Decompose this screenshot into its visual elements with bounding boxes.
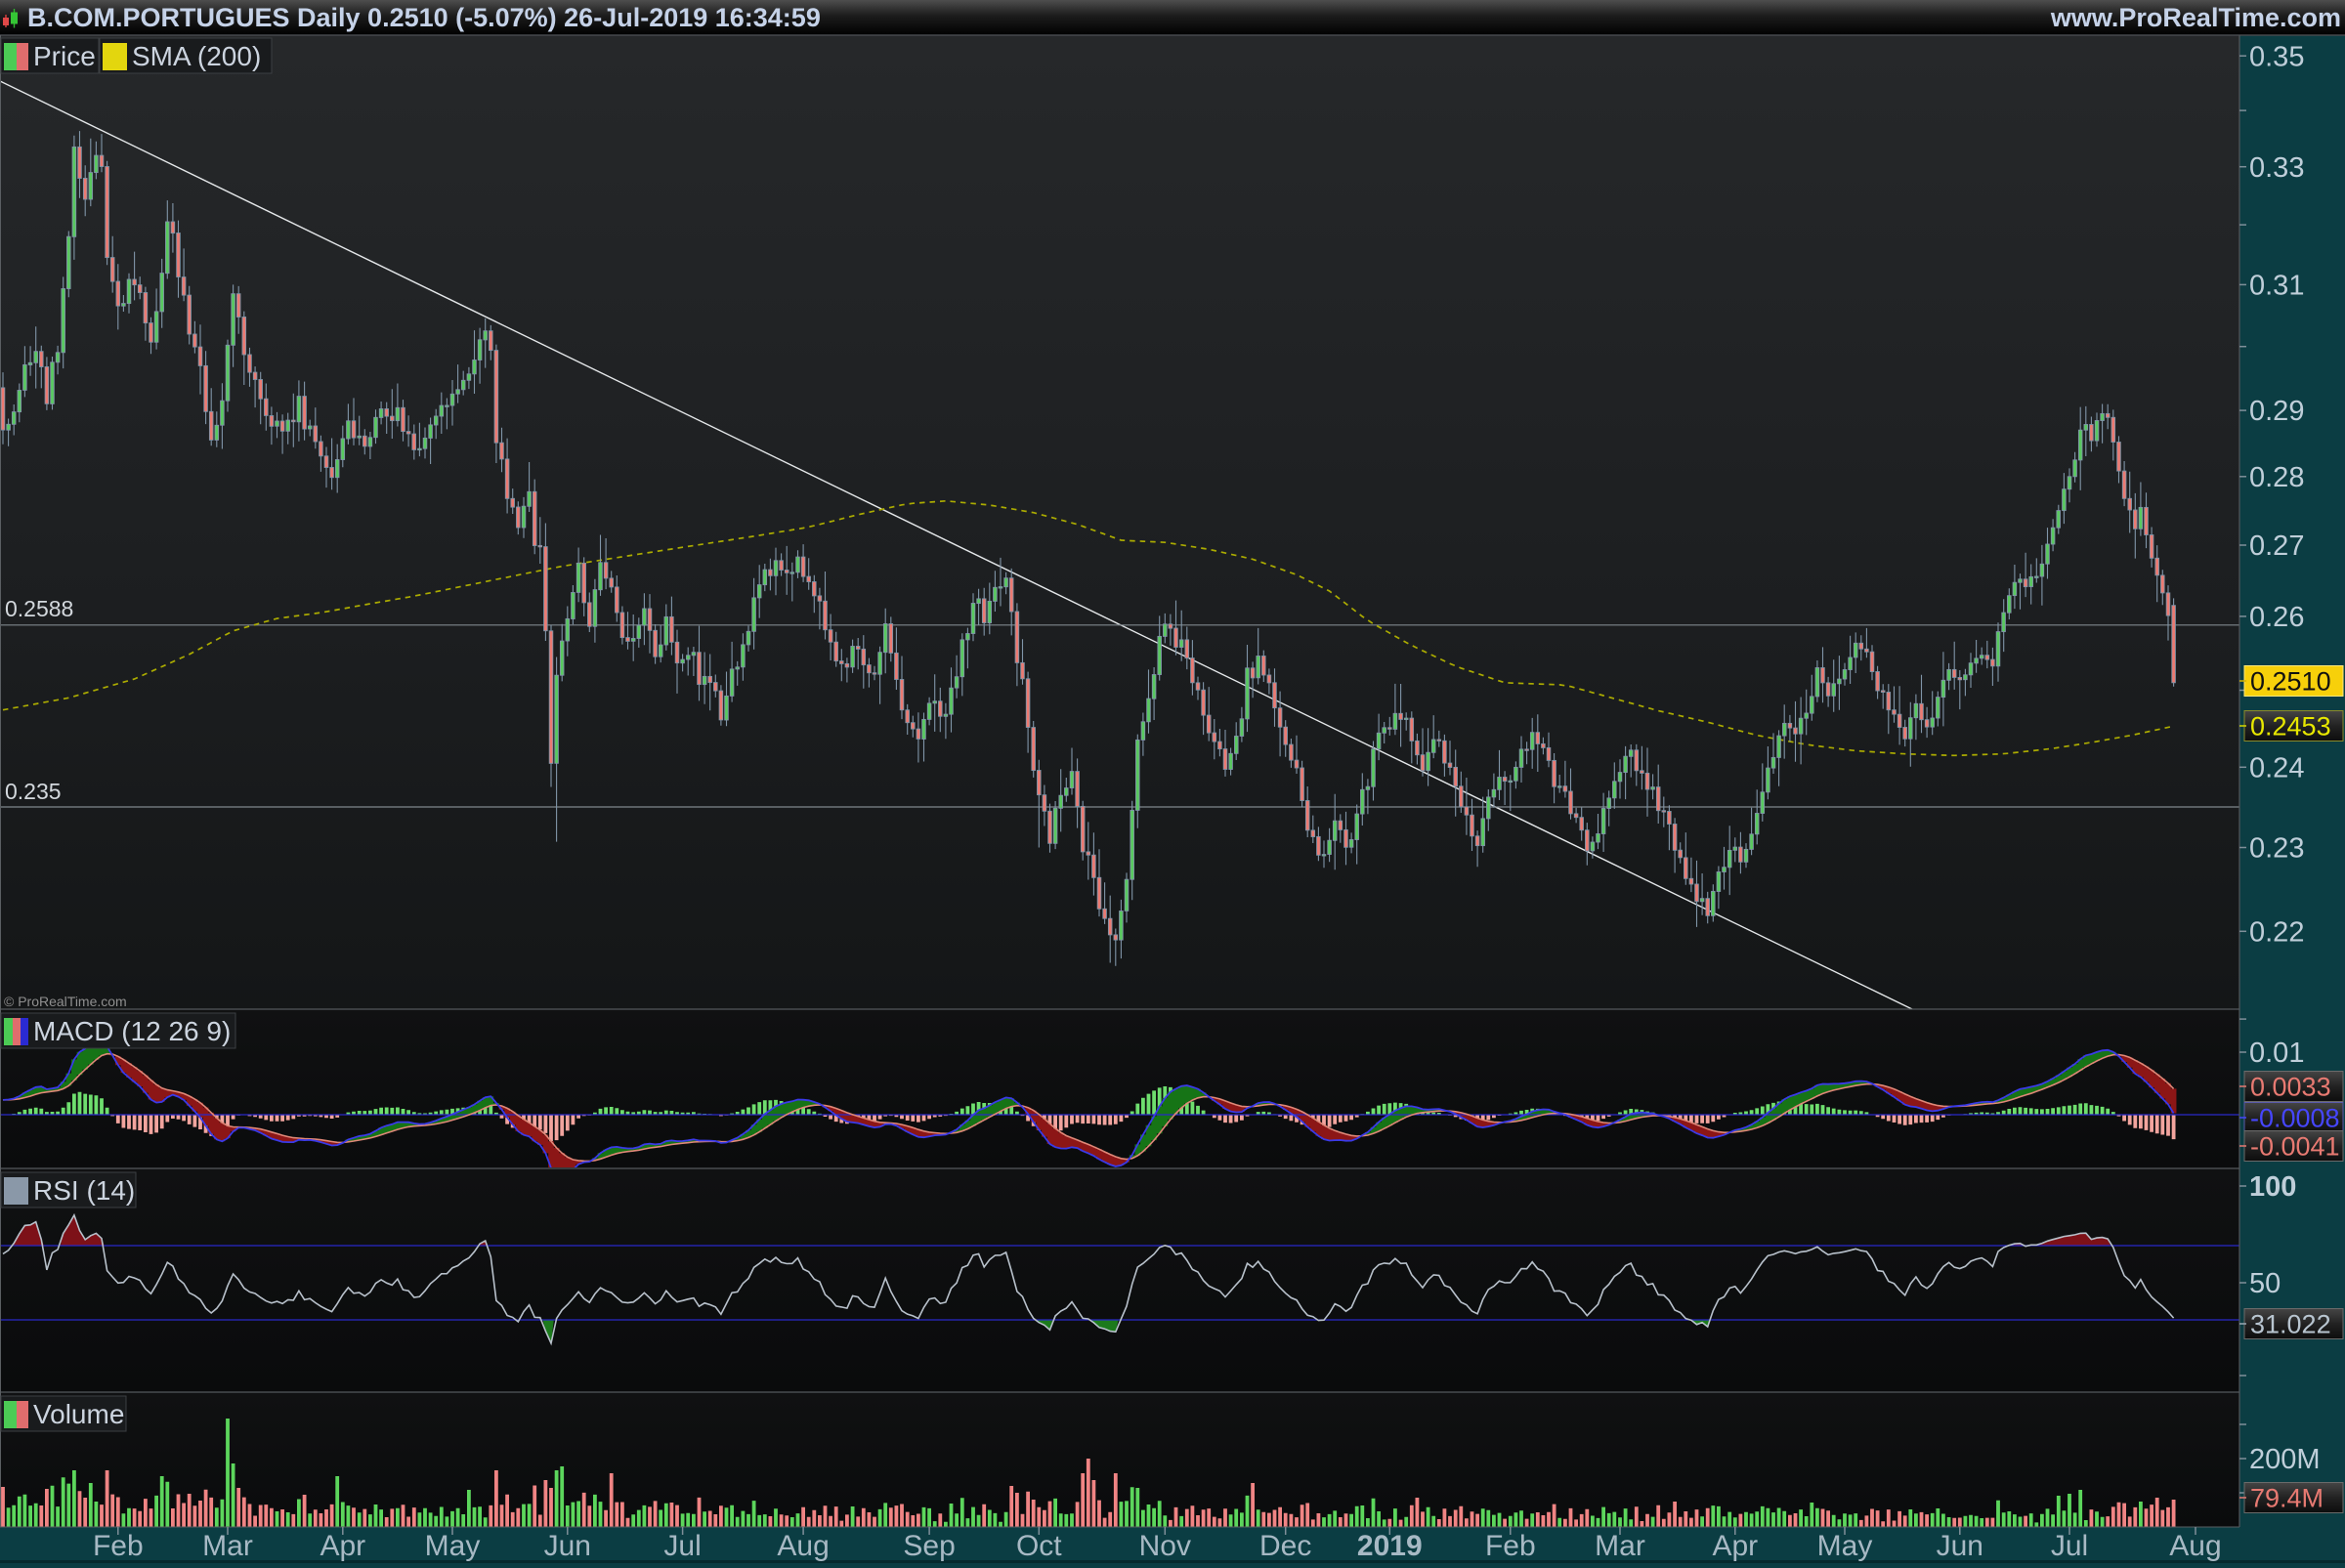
svg-text:B.COM.PORTUGUES Daily 0.2510 (: B.COM.PORTUGUES Daily 0.2510 (-5.07%) 26… [27,3,821,32]
svg-text:Apr: Apr [1712,1530,1758,1562]
svg-text:Volume: Volume [33,1399,124,1429]
svg-text:0.26: 0.26 [2249,602,2304,633]
svg-text:May: May [1817,1530,1873,1562]
svg-text:0.2588: 0.2588 [5,596,73,621]
svg-text:-0.0008: -0.0008 [2250,1104,2340,1133]
svg-text:0.2453: 0.2453 [2250,712,2331,742]
svg-text:200M: 200M [2249,1444,2321,1475]
svg-text:0.28: 0.28 [2249,462,2304,493]
svg-text:Mar: Mar [1595,1530,1645,1562]
svg-text:© ProRealTime.com: © ProRealTime.com [4,994,127,1009]
svg-text:Jun: Jun [544,1530,591,1562]
svg-text:Feb: Feb [93,1530,144,1562]
svg-text:www.ProRealTime.com: www.ProRealTime.com [2050,3,2341,32]
svg-text:0.35: 0.35 [2249,41,2304,72]
svg-text:Jul: Jul [2051,1530,2088,1562]
svg-text:Sep: Sep [903,1530,955,1562]
svg-text:Jun: Jun [1937,1530,1983,1562]
svg-text:0.33: 0.33 [2249,152,2304,184]
svg-text:0.2510: 0.2510 [2250,667,2331,697]
svg-text:SMA (200): SMA (200) [132,41,261,71]
svg-text:Feb: Feb [1485,1530,1536,1562]
svg-text:0.31: 0.31 [2249,271,2304,302]
svg-text:0.01: 0.01 [2249,1038,2304,1069]
svg-text:0.24: 0.24 [2249,753,2304,784]
svg-text:2019: 2019 [1357,1530,1423,1562]
svg-text:Aug: Aug [2169,1530,2221,1562]
svg-text:0.22: 0.22 [2249,916,2304,948]
svg-text:0.23: 0.23 [2249,833,2304,865]
svg-text:0.27: 0.27 [2249,530,2304,562]
svg-text:Apr: Apr [320,1530,365,1562]
svg-text:100: 100 [2249,1171,2296,1203]
svg-text:May: May [425,1530,481,1562]
svg-text:Dec: Dec [1259,1530,1311,1562]
svg-text:-0.0041: -0.0041 [2250,1132,2340,1162]
svg-text:Nov: Nov [1139,1530,1191,1562]
svg-text:Oct: Oct [1016,1530,1062,1562]
svg-text:31.022: 31.022 [2250,1310,2331,1339]
svg-text:79.4M: 79.4M [2250,1484,2324,1513]
svg-text:0.235: 0.235 [5,779,62,804]
svg-text:Jul: Jul [663,1530,701,1562]
svg-text:Price: Price [33,41,96,71]
svg-text:0.0033: 0.0033 [2250,1073,2331,1102]
svg-text:Mar: Mar [202,1530,253,1562]
svg-text:0.29: 0.29 [2249,396,2304,427]
svg-text:MACD (12 26 9): MACD (12 26 9) [33,1016,231,1046]
svg-text:Aug: Aug [777,1530,829,1562]
svg-text:RSI (14): RSI (14) [33,1175,135,1206]
svg-text:50: 50 [2249,1268,2281,1299]
